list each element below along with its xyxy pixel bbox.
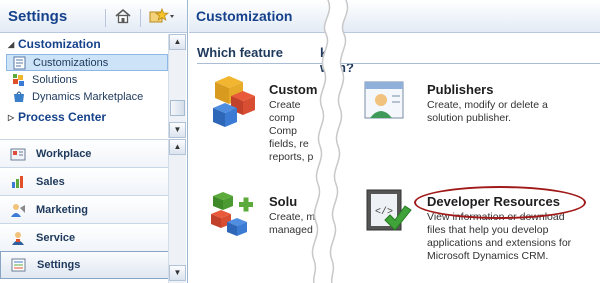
scroll-down-button[interactable]: ▼ xyxy=(169,122,186,138)
wunderbar-scrollbar[interactable]: ▲ ▼ xyxy=(168,139,186,283)
divider xyxy=(105,8,106,27)
desc-line: solution publisher. xyxy=(427,112,512,124)
section-heading: Which feature k with? xyxy=(197,45,354,75)
wunderbar-settings[interactable]: Settings xyxy=(0,251,186,279)
tree-group-label: Customization xyxy=(18,37,101,51)
site-map-tree: ◢ Customization Customizations Solutions… xyxy=(0,34,168,138)
desc-line: applications and extensions for xyxy=(427,237,572,249)
settings-icon xyxy=(11,257,27,273)
marketplace-icon xyxy=(12,90,26,104)
main-header: Customization xyxy=(189,0,600,33)
solutions-icon xyxy=(12,73,26,87)
tile-description: Create, modify or delete a solution publ… xyxy=(427,99,597,125)
wunderbar-label: Settings xyxy=(37,259,81,271)
workplace-icon xyxy=(10,146,26,162)
wunderbar-label: Workplace xyxy=(36,147,92,160)
wunderbar-label: Sales xyxy=(36,175,65,188)
collapse-triangle-icon[interactable]: ◢ xyxy=(8,40,18,49)
torn-edge-decoration xyxy=(311,0,349,283)
desc-line: Microsoft Dynamics CRM. xyxy=(427,250,549,262)
scroll-down-button[interactable]: ▼ xyxy=(169,265,186,281)
wunderbar: Workplace Sales Marketing Service Settin… xyxy=(0,139,186,283)
publishers-icon[interactable] xyxy=(363,78,407,125)
expand-triangle-icon[interactable]: ▷ xyxy=(8,113,18,122)
wunderbar-label: Service xyxy=(36,231,76,244)
page-title: Customization xyxy=(196,8,293,24)
wunderbar-label: Marketing xyxy=(36,203,88,216)
navigation-pane: Settings ◢ Customization Customizations xyxy=(0,0,188,283)
wunderbar-marketing[interactable]: Marketing xyxy=(0,195,186,223)
tree-group-customization[interactable]: ◢ Customization xyxy=(0,34,168,54)
customizations-icon xyxy=(13,56,27,70)
tree-scrollbar[interactable]: ▲ ▼ xyxy=(168,34,186,138)
desc-line: Create, modify or delete a xyxy=(427,99,548,111)
sales-icon xyxy=(10,174,26,190)
desc-line: files that help you develop xyxy=(427,224,549,236)
developer-resources-icon[interactable]: </> xyxy=(363,188,413,241)
tile-title[interactable]: Publishers xyxy=(427,82,597,97)
divider xyxy=(197,63,600,64)
highlight-oval xyxy=(414,186,586,219)
nav-title: Settings xyxy=(8,7,68,25)
tree-item-solutions[interactable]: Solutions xyxy=(6,71,168,88)
divider xyxy=(140,8,141,27)
tree-group-label: Process Center xyxy=(18,110,107,124)
tile-publishers[interactable]: Publishers Create, modify or delete a so… xyxy=(427,82,597,125)
tree-group-process-center[interactable]: ▷ Process Center xyxy=(0,107,168,127)
tree-item-label: Dynamics Marketplace xyxy=(32,90,144,103)
section-heading-left: Which feature xyxy=(197,45,283,60)
service-icon xyxy=(10,230,26,246)
scroll-up-button[interactable]: ▲ xyxy=(169,139,186,155)
customize-system-icon[interactable] xyxy=(209,74,257,131)
scroll-up-button[interactable]: ▲ xyxy=(169,34,186,50)
nav-header-actions xyxy=(101,7,175,28)
marketing-icon xyxy=(10,202,26,218)
tree-item-customizations[interactable]: Customizations xyxy=(6,54,168,71)
tree-item-label: Customizations xyxy=(33,56,109,69)
favorites-star-icon[interactable] xyxy=(149,7,175,28)
tree-item-dynamics-marketplace[interactable]: Dynamics Marketplace xyxy=(6,88,168,105)
tree-item-label: Solutions xyxy=(32,73,78,86)
wunderbar-service[interactable]: Service xyxy=(0,223,186,251)
nav-header: Settings xyxy=(0,0,187,33)
main-content: Customization Which feature k with? Cust… xyxy=(189,0,600,283)
wunderbar-workplace[interactable]: Workplace xyxy=(0,139,186,167)
wunderbar-sales[interactable]: Sales xyxy=(0,167,186,195)
home-icon[interactable] xyxy=(114,7,132,28)
scroll-thumb[interactable] xyxy=(170,100,185,116)
solutions-large-icon[interactable] xyxy=(209,188,255,239)
